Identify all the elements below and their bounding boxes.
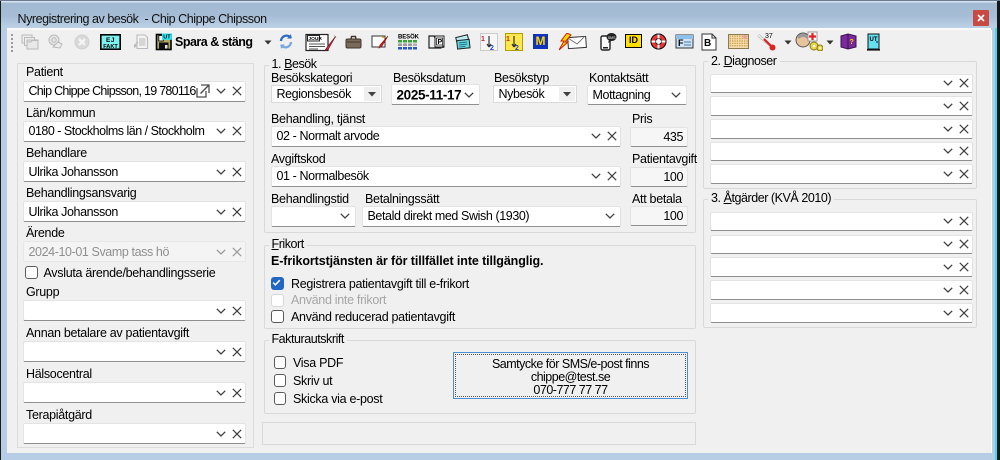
svg-text:1: 1 [506,36,510,43]
svg-text:2: 2 [515,45,519,51]
svg-text:SMS: SMS [608,36,616,40]
svg-text:?: ? [850,39,854,46]
svg-text:JOUR: JOUR [309,36,323,42]
svg-text:2: 2 [490,45,494,51]
svg-text:F: F [678,38,684,48]
svg-text:BESÖK: BESÖK [398,34,420,41]
svg-text:1: 1 [481,36,485,43]
svg-text:UT: UT [163,35,171,41]
svg-text:37: 37 [765,33,773,40]
svg-text:EJ: EJ [106,37,115,44]
svg-text:B: B [704,38,711,49]
svg-text:P: P [438,39,443,46]
svg-text:FAKT: FAKT [103,44,118,50]
